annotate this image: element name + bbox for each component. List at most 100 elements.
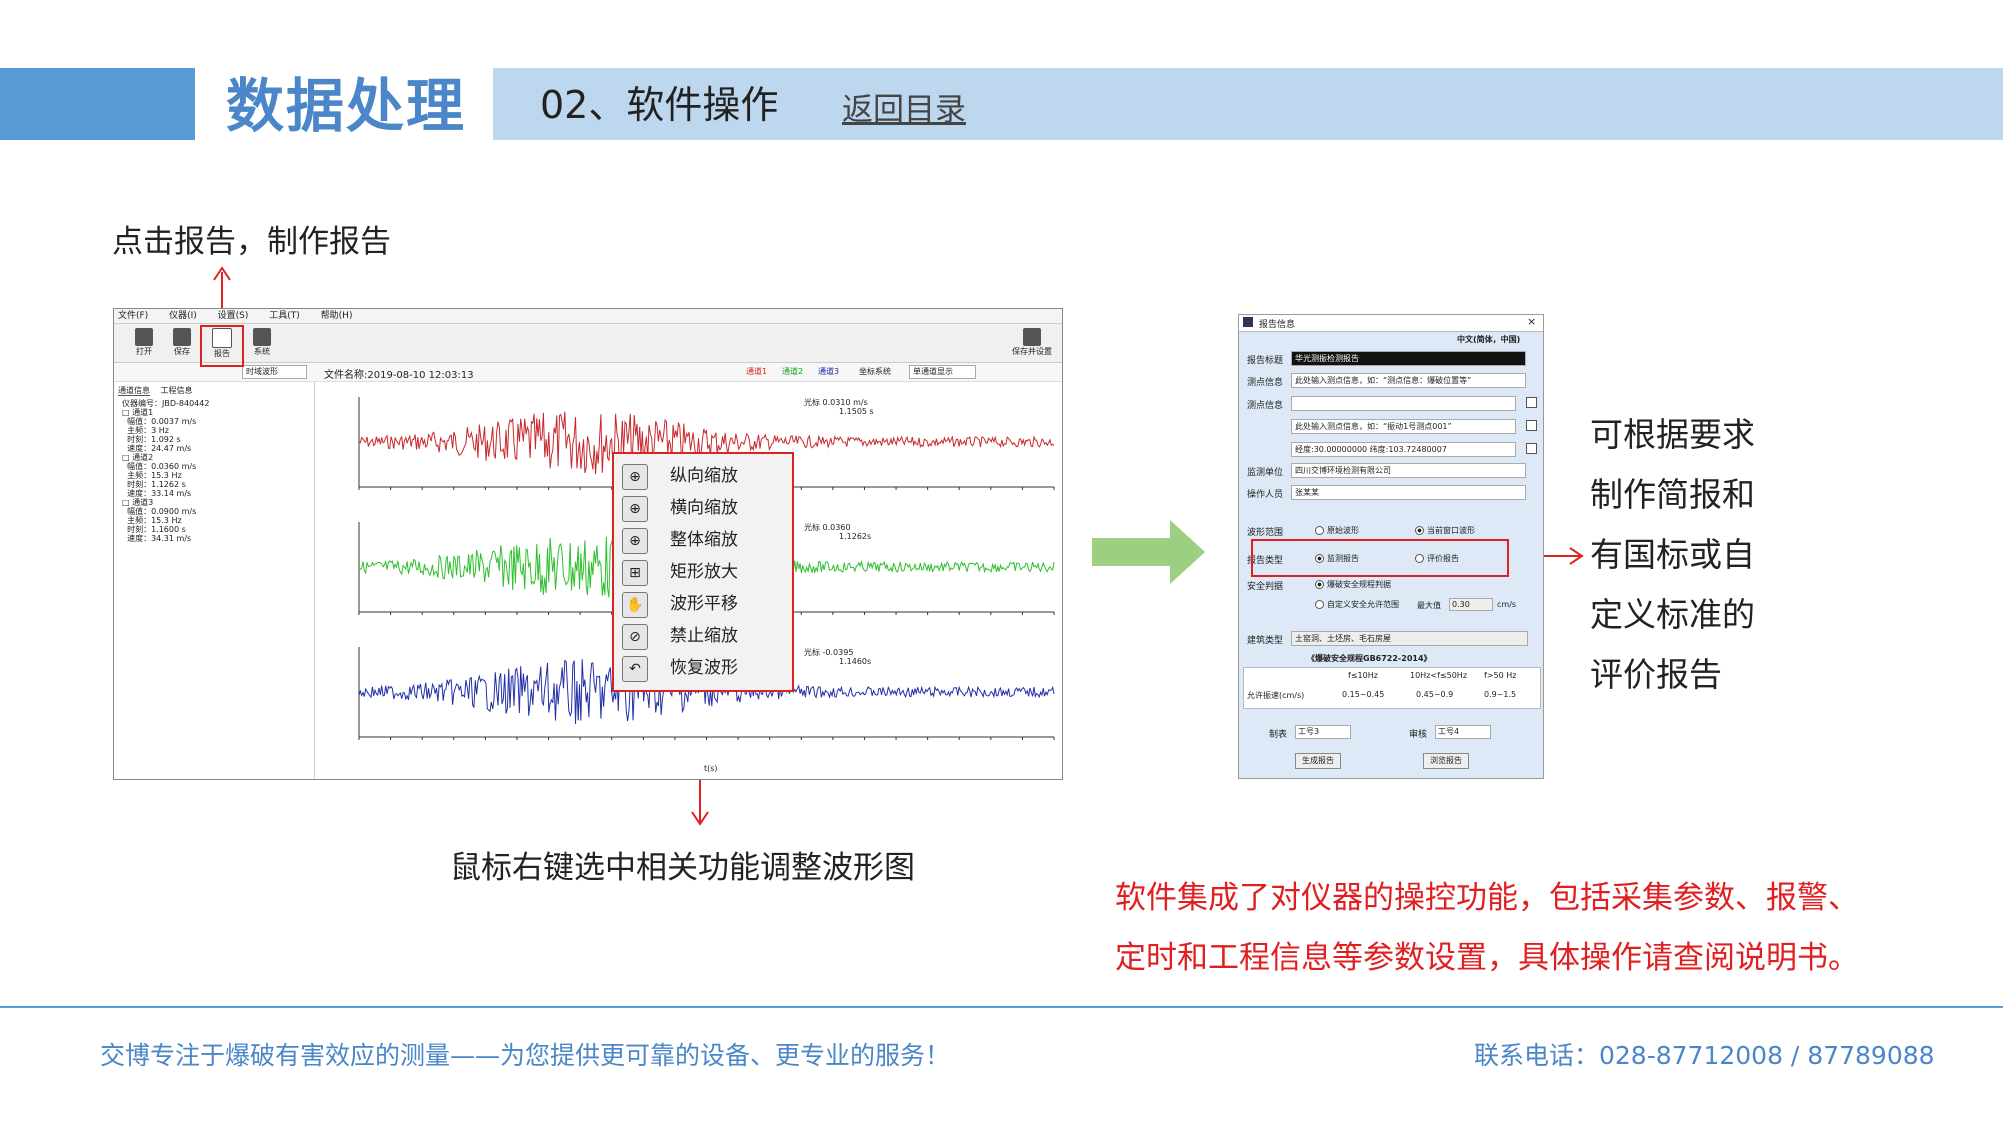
channel-info-panel: 通道信息 工程信息 仪器编号：JBD-840442 □ 通道1 幅值：0.0037…: [114, 382, 315, 779]
footer-contact: 联系电话：028-87712008 / 87789088: [1474, 1041, 1935, 1070]
reviewer-input[interactable]: 工号4: [1435, 725, 1491, 739]
context-menu-label: 恢复波形: [670, 658, 738, 678]
undo-icon: ↶: [622, 656, 648, 682]
settings-icon: [1023, 328, 1041, 346]
close-icon[interactable]: ×: [1527, 315, 1536, 328]
save-button[interactable]: 保存: [166, 326, 198, 360]
channel-3-checkbox[interactable]: 通道3: [818, 366, 839, 377]
table-header: f>50 Hz: [1484, 671, 1517, 680]
menu-settings[interactable]: 设置(S): [218, 311, 249, 321]
tree-item: 幅值：0.0360 m/s: [122, 462, 197, 471]
field-label: 操作人员: [1247, 490, 1284, 500]
menu-bar: 文件(F) 仪器(I) 设置(S) 工具(T) 帮助(H): [114, 309, 1062, 324]
display-mode-select[interactable]: 单通道显示: [909, 365, 976, 379]
field-label: 测点信息: [1247, 378, 1284, 388]
monitoring-unit-input[interactable]: 四川交博环境检测有限公司: [1291, 463, 1526, 478]
tree-item: 时刻：1.092 s: [122, 435, 181, 444]
file-name-label: 文件名称:2019-08-10 12:03:13: [324, 370, 474, 381]
tree-item: 时刻：1.1262 s: [122, 480, 186, 489]
system-button[interactable]: 系统: [246, 326, 278, 360]
cursor-peak-label: 光标 0.0310 m/s: [804, 397, 868, 407]
channel-2-checkbox[interactable]: 通道2: [782, 366, 803, 377]
context-menu-label: 纵向缩放: [670, 466, 738, 486]
generate-report-button[interactable]: 生成报告: [1295, 753, 1341, 769]
context-menu-label: 整体缩放: [670, 530, 738, 550]
field-checkbox[interactable]: [1526, 420, 1537, 431]
safety-criterion-label: 安全判据: [1247, 582, 1284, 592]
point-info-input[interactable]: 此处输入测点信息，如：“测点信息：爆破位置等”: [1291, 373, 1526, 388]
context-menu-item[interactable]: ⊞ 矩形放大: [614, 556, 792, 588]
hand-pan-icon: ✋: [622, 592, 648, 618]
max-value-input[interactable]: 0.30: [1449, 598, 1493, 611]
menu-instrument[interactable]: 仪器(I): [169, 311, 197, 321]
zoom-vertical-icon: ⊕: [622, 464, 648, 490]
context-menu-label: 矩形放大: [670, 562, 738, 582]
context-menu-label: 波形平移: [670, 594, 738, 614]
save-settings-button[interactable]: 保存并设置: [1004, 326, 1060, 360]
context-menu-item[interactable]: ⊕ 横向缩放: [614, 492, 792, 524]
menu-tools[interactable]: 工具(T): [269, 311, 300, 321]
report-type-highlight: [1251, 539, 1509, 577]
zoom-disable-icon: ⊘: [622, 624, 648, 650]
tree-item: 速度：33.14 m/s: [122, 489, 192, 498]
cursor-time-label: 1.1505 s: [839, 407, 874, 416]
safety-standard-radio[interactable]: 爆破安全规程判据: [1315, 579, 1391, 590]
field-checkbox[interactable]: [1526, 443, 1537, 454]
table-header: f≤10Hz: [1348, 671, 1378, 680]
context-menu-item[interactable]: ✋ 波形平移: [614, 588, 792, 620]
report-button-highlight: [200, 325, 244, 367]
prepared-by-input[interactable]: 工号3: [1295, 725, 1351, 739]
folder-open-icon: [135, 328, 153, 346]
preview-report-button[interactable]: 浏览报告: [1423, 753, 1469, 769]
view-mode-select[interactable]: 时域波形: [242, 365, 307, 379]
context-menu-item[interactable]: ⊕ 整体缩放: [614, 524, 792, 556]
dialog-title: 报告信息: [1259, 320, 1296, 330]
field-label: 报告标题: [1247, 356, 1284, 366]
context-menu-item[interactable]: ⊕ 纵向缩放: [614, 460, 792, 492]
field-checkbox[interactable]: [1526, 397, 1537, 408]
table-header: 10Hz<f≤50Hz: [1410, 671, 1468, 680]
dialog-titlebar: 报告信息 ×: [1239, 315, 1543, 332]
max-label: 最大值: [1417, 601, 1441, 610]
tab-channel-info[interactable]: 通道信息: [118, 386, 150, 396]
tree-item: 时刻：1.1600 s: [122, 525, 186, 534]
field-label: 测点信息: [1247, 401, 1284, 411]
vibration-limit-table: f≤10Hz 10Hz<f≤50Hz f>50 Hz 允许振速(cm/s) 0.…: [1243, 667, 1541, 709]
channel-1-checkbox[interactable]: 通道1: [746, 366, 767, 377]
point-detail-input[interactable]: 此处输入测点信息，如：“振动1号测点001”: [1291, 419, 1516, 434]
field-label: 监测单位: [1247, 468, 1284, 478]
waveform-context-menu: ⊕ 纵向缩放 ⊕ 横向缩放 ⊕ 整体缩放 ⊞ 矩形放大 ✋ 波形平移 ⊘ 禁止缩放 ↶ 恢复波形: [612, 452, 794, 692]
table-cell: 0.45~0.9: [1416, 690, 1454, 699]
tab-project-info[interactable]: 工程信息: [161, 386, 193, 395]
display-mode-label: 坐标系统: [859, 367, 891, 376]
language-label: 中文(简体，中国): [1457, 335, 1521, 344]
building-type-select[interactable]: 土窑洞、土坯房、毛石房屋: [1291, 631, 1528, 646]
tree-item: 幅值：0.0037 m/s: [122, 417, 197, 426]
open-button[interactable]: 打开: [128, 326, 160, 360]
tree-item: □ 通道1: [122, 408, 154, 417]
software-window: 文件(F) 仪器(I) 设置(S) 工具(T) 帮助(H) 打开 保存 报告 系…: [113, 308, 1063, 780]
context-menu-item[interactable]: ↶ 恢复波形: [614, 652, 792, 684]
x-axis-label: t(s): [704, 764, 718, 773]
point-info-input-2[interactable]: [1291, 396, 1516, 411]
menu-help[interactable]: 帮助(H): [321, 311, 353, 321]
reviewer-label: 审核: [1409, 730, 1428, 740]
info-bar: 时域波形 文件名称:2019-08-10 12:03:13 通道1 通道2 通道…: [114, 363, 1062, 382]
menu-file[interactable]: 文件(F): [118, 311, 148, 321]
context-menu-label: 禁止缩放: [670, 626, 738, 646]
safety-custom-radio[interactable]: 自定义安全允许范围: [1315, 599, 1399, 610]
tree-item: 主频：15.3 Hz: [122, 516, 182, 525]
operator-input[interactable]: 张某某: [1291, 485, 1526, 500]
context-menu-item[interactable]: ⊘ 禁止缩放: [614, 620, 792, 652]
prepared-by-label: 制表: [1269, 730, 1288, 740]
wave-range-current-radio[interactable]: 当前窗口波形: [1415, 525, 1475, 536]
report-title-input[interactable]: 华光测振检测报告: [1291, 351, 1526, 366]
cursor-time-label: 1.1262s: [839, 532, 871, 541]
wave-range-original-radio[interactable]: 原始波形: [1315, 525, 1359, 536]
tree-item: 速度：34.31 m/s: [122, 534, 192, 543]
zoom-all-icon: ⊕: [622, 528, 648, 554]
wave-range-label: 波形范围: [1247, 528, 1284, 538]
coordinates-input[interactable]: 经度:30.00000000 纬度:103.72480007: [1291, 442, 1516, 457]
footer-slogan: 交博专注于爆破有害效应的测量——为您提供更可靠的设备、更专业的服务！: [100, 1041, 951, 1070]
tree-item: □ 通道2: [122, 453, 154, 462]
